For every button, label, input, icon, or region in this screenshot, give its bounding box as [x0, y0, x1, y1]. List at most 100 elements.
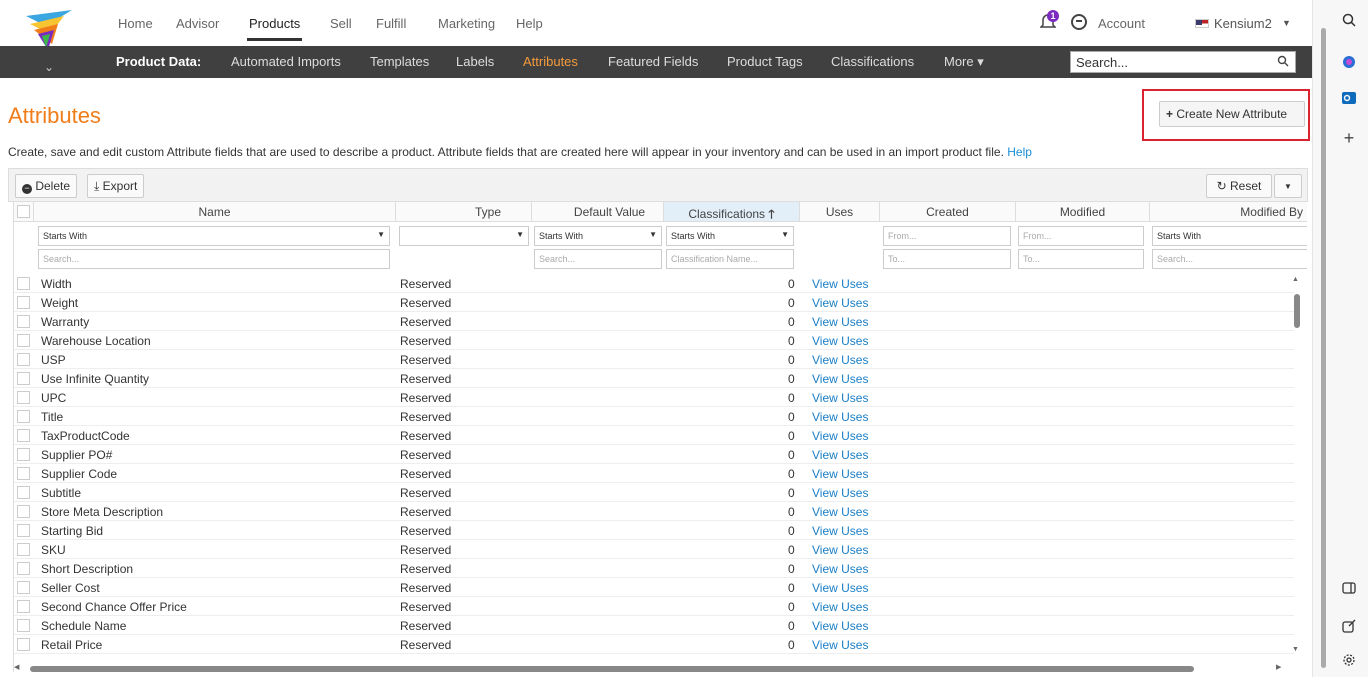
select-all-checkbox[interactable] [17, 205, 30, 218]
row-checkbox[interactable] [17, 467, 30, 480]
row-checkbox[interactable] [17, 543, 30, 556]
table-row[interactable]: Store Meta Description Reserved 0 View Uses [14, 502, 1294, 521]
search-icon[interactable] [1277, 55, 1289, 67]
nav-fulfill[interactable]: Fulfill [376, 16, 406, 31]
name-filter-mode[interactable]: Starts With ▼ [38, 226, 390, 246]
brand-logo[interactable] [24, 10, 74, 50]
view-uses-link[interactable]: View Uses [812, 315, 868, 329]
created-to-field[interactable]: To... [883, 249, 1011, 269]
account-icon[interactable] [1071, 14, 1087, 30]
subnav-templates[interactable]: Templates [370, 54, 429, 69]
view-uses-link[interactable]: View Uses [812, 467, 868, 481]
table-row[interactable]: Retail Price Reserved 0 View Uses [14, 635, 1294, 654]
subnav-classifications[interactable]: Classifications [831, 54, 914, 69]
table-row[interactable]: Short Description Reserved 0 View Uses [14, 559, 1294, 578]
modified-by-filter-mode[interactable]: Starts With [1152, 226, 1307, 246]
nav-products[interactable]: Products [246, 16, 303, 41]
gear-icon[interactable] [1341, 652, 1357, 668]
grid-vertical-scroll-thumb[interactable] [1294, 294, 1300, 328]
table-row[interactable]: Supplier Code Reserved 0 View Uses [14, 464, 1294, 483]
table-row[interactable]: Weight Reserved 0 View Uses [14, 293, 1294, 312]
export-button[interactable]: ⤓ Export [87, 174, 145, 198]
row-checkbox[interactable] [17, 353, 30, 366]
sidebar-toggle-icon[interactable] [1341, 580, 1357, 596]
scroll-down-arrow-icon[interactable]: ▼ [1292, 646, 1299, 653]
table-row[interactable]: Seller Cost Reserved 0 View Uses [14, 578, 1294, 597]
header-default-value[interactable]: Default Value [532, 202, 664, 222]
nav-sell[interactable]: Sell [330, 16, 352, 31]
table-row[interactable]: TaxProductCode Reserved 0 View Uses [14, 426, 1294, 445]
row-checkbox[interactable] [17, 619, 30, 632]
open-external-icon[interactable] [1341, 618, 1357, 634]
view-uses-link[interactable]: View Uses [812, 277, 868, 291]
subnav-product-tags[interactable]: Product Tags [727, 54, 803, 69]
table-row[interactable]: Subtitle Reserved 0 View Uses [14, 483, 1294, 502]
add-icon[interactable]: + [1341, 128, 1357, 148]
header-modified[interactable]: Modified [1016, 202, 1150, 222]
help-link[interactable]: Help [1007, 145, 1032, 159]
row-checkbox[interactable] [17, 315, 30, 328]
modified-from-field[interactable]: From... [1018, 226, 1144, 246]
nav-home[interactable]: Home [118, 16, 153, 31]
chevron-down-icon[interactable]: ⌄ [44, 60, 54, 74]
row-checkbox[interactable] [17, 562, 30, 575]
view-uses-link[interactable]: View Uses [812, 353, 868, 367]
row-checkbox[interactable] [17, 410, 30, 423]
table-row[interactable]: UPC Reserved 0 View Uses [14, 388, 1294, 407]
header-type[interactable]: Type [396, 202, 532, 222]
header-name[interactable]: Name [34, 202, 396, 222]
row-checkbox[interactable] [17, 296, 30, 309]
table-row[interactable]: Starting Bid Reserved 0 View Uses [14, 521, 1294, 540]
table-row[interactable]: SKU Reserved 0 View Uses [14, 540, 1294, 559]
view-uses-link[interactable]: View Uses [812, 410, 868, 424]
page-scroll-thumb[interactable] [1321, 28, 1326, 668]
search-input[interactable] [1071, 52, 1261, 72]
nav-marketing[interactable]: Marketing [438, 16, 495, 31]
default-value-filter-mode[interactable]: Starts With ▼ [534, 226, 662, 246]
subnav-attributes[interactable]: Attributes [523, 54, 578, 69]
row-checkbox[interactable] [17, 505, 30, 518]
table-row[interactable]: Use Infinite Quantity Reserved 0 View Uses [14, 369, 1294, 388]
view-uses-link[interactable]: View Uses [812, 562, 868, 576]
reset-button[interactable]: ↻ Reset [1206, 174, 1272, 198]
classification-name-field[interactable]: Classification Name... [666, 249, 794, 269]
reset-dropdown-button[interactable]: ▼ [1274, 174, 1302, 198]
nav-help[interactable]: Help [516, 16, 543, 31]
view-uses-link[interactable]: View Uses [812, 619, 868, 633]
scroll-right-arrow-icon[interactable]: ▶ [1276, 663, 1281, 671]
notification-bell-icon[interactable]: 1 [1039, 10, 1059, 32]
view-uses-link[interactable]: View Uses [812, 448, 868, 462]
chevron-down-icon[interactable]: ▼ [1282, 18, 1291, 28]
grid-vertical-scrollbar[interactable] [1292, 282, 1300, 658]
view-uses-link[interactable]: View Uses [812, 486, 868, 500]
row-checkbox[interactable] [17, 486, 30, 499]
row-checkbox[interactable] [17, 277, 30, 290]
copilot-icon[interactable] [1341, 54, 1357, 70]
header-modified-by[interactable]: Modified By [1150, 202, 1307, 222]
view-uses-link[interactable]: View Uses [812, 543, 868, 557]
created-from-field[interactable]: From... [883, 226, 1011, 246]
header-created[interactable]: Created [880, 202, 1016, 222]
classifications-filter-mode[interactable]: Starts With ▼ [666, 226, 794, 246]
scroll-left-arrow-icon[interactable]: ◀ [14, 663, 19, 671]
table-row[interactable]: Supplier PO# Reserved 0 View Uses [14, 445, 1294, 464]
row-checkbox[interactable] [17, 372, 30, 385]
table-row[interactable]: Width Reserved 0 View Uses [14, 274, 1294, 293]
create-new-attribute-button[interactable]: + Create New Attribute [1159, 101, 1305, 127]
row-checkbox[interactable] [17, 581, 30, 594]
view-uses-link[interactable]: View Uses [812, 391, 868, 405]
subnav-more[interactable]: More ▾ [944, 54, 984, 70]
modified-by-search-field[interactable]: Search... [1152, 249, 1307, 269]
view-uses-link[interactable]: View Uses [812, 429, 868, 443]
view-uses-link[interactable]: View Uses [812, 600, 868, 614]
outlook-icon[interactable] [1341, 90, 1357, 106]
view-uses-link[interactable]: View Uses [812, 296, 868, 310]
header-uses[interactable]: Uses [800, 202, 880, 222]
row-checkbox[interactable] [17, 448, 30, 461]
row-checkbox[interactable] [17, 334, 30, 347]
view-uses-link[interactable]: View Uses [812, 581, 868, 595]
table-row[interactable]: Second Chance Offer Price Reserved 0 View U… [14, 597, 1294, 616]
row-checkbox[interactable] [17, 391, 30, 404]
modified-to-field[interactable]: To... [1018, 249, 1144, 269]
account-link[interactable]: Account [1098, 16, 1145, 31]
